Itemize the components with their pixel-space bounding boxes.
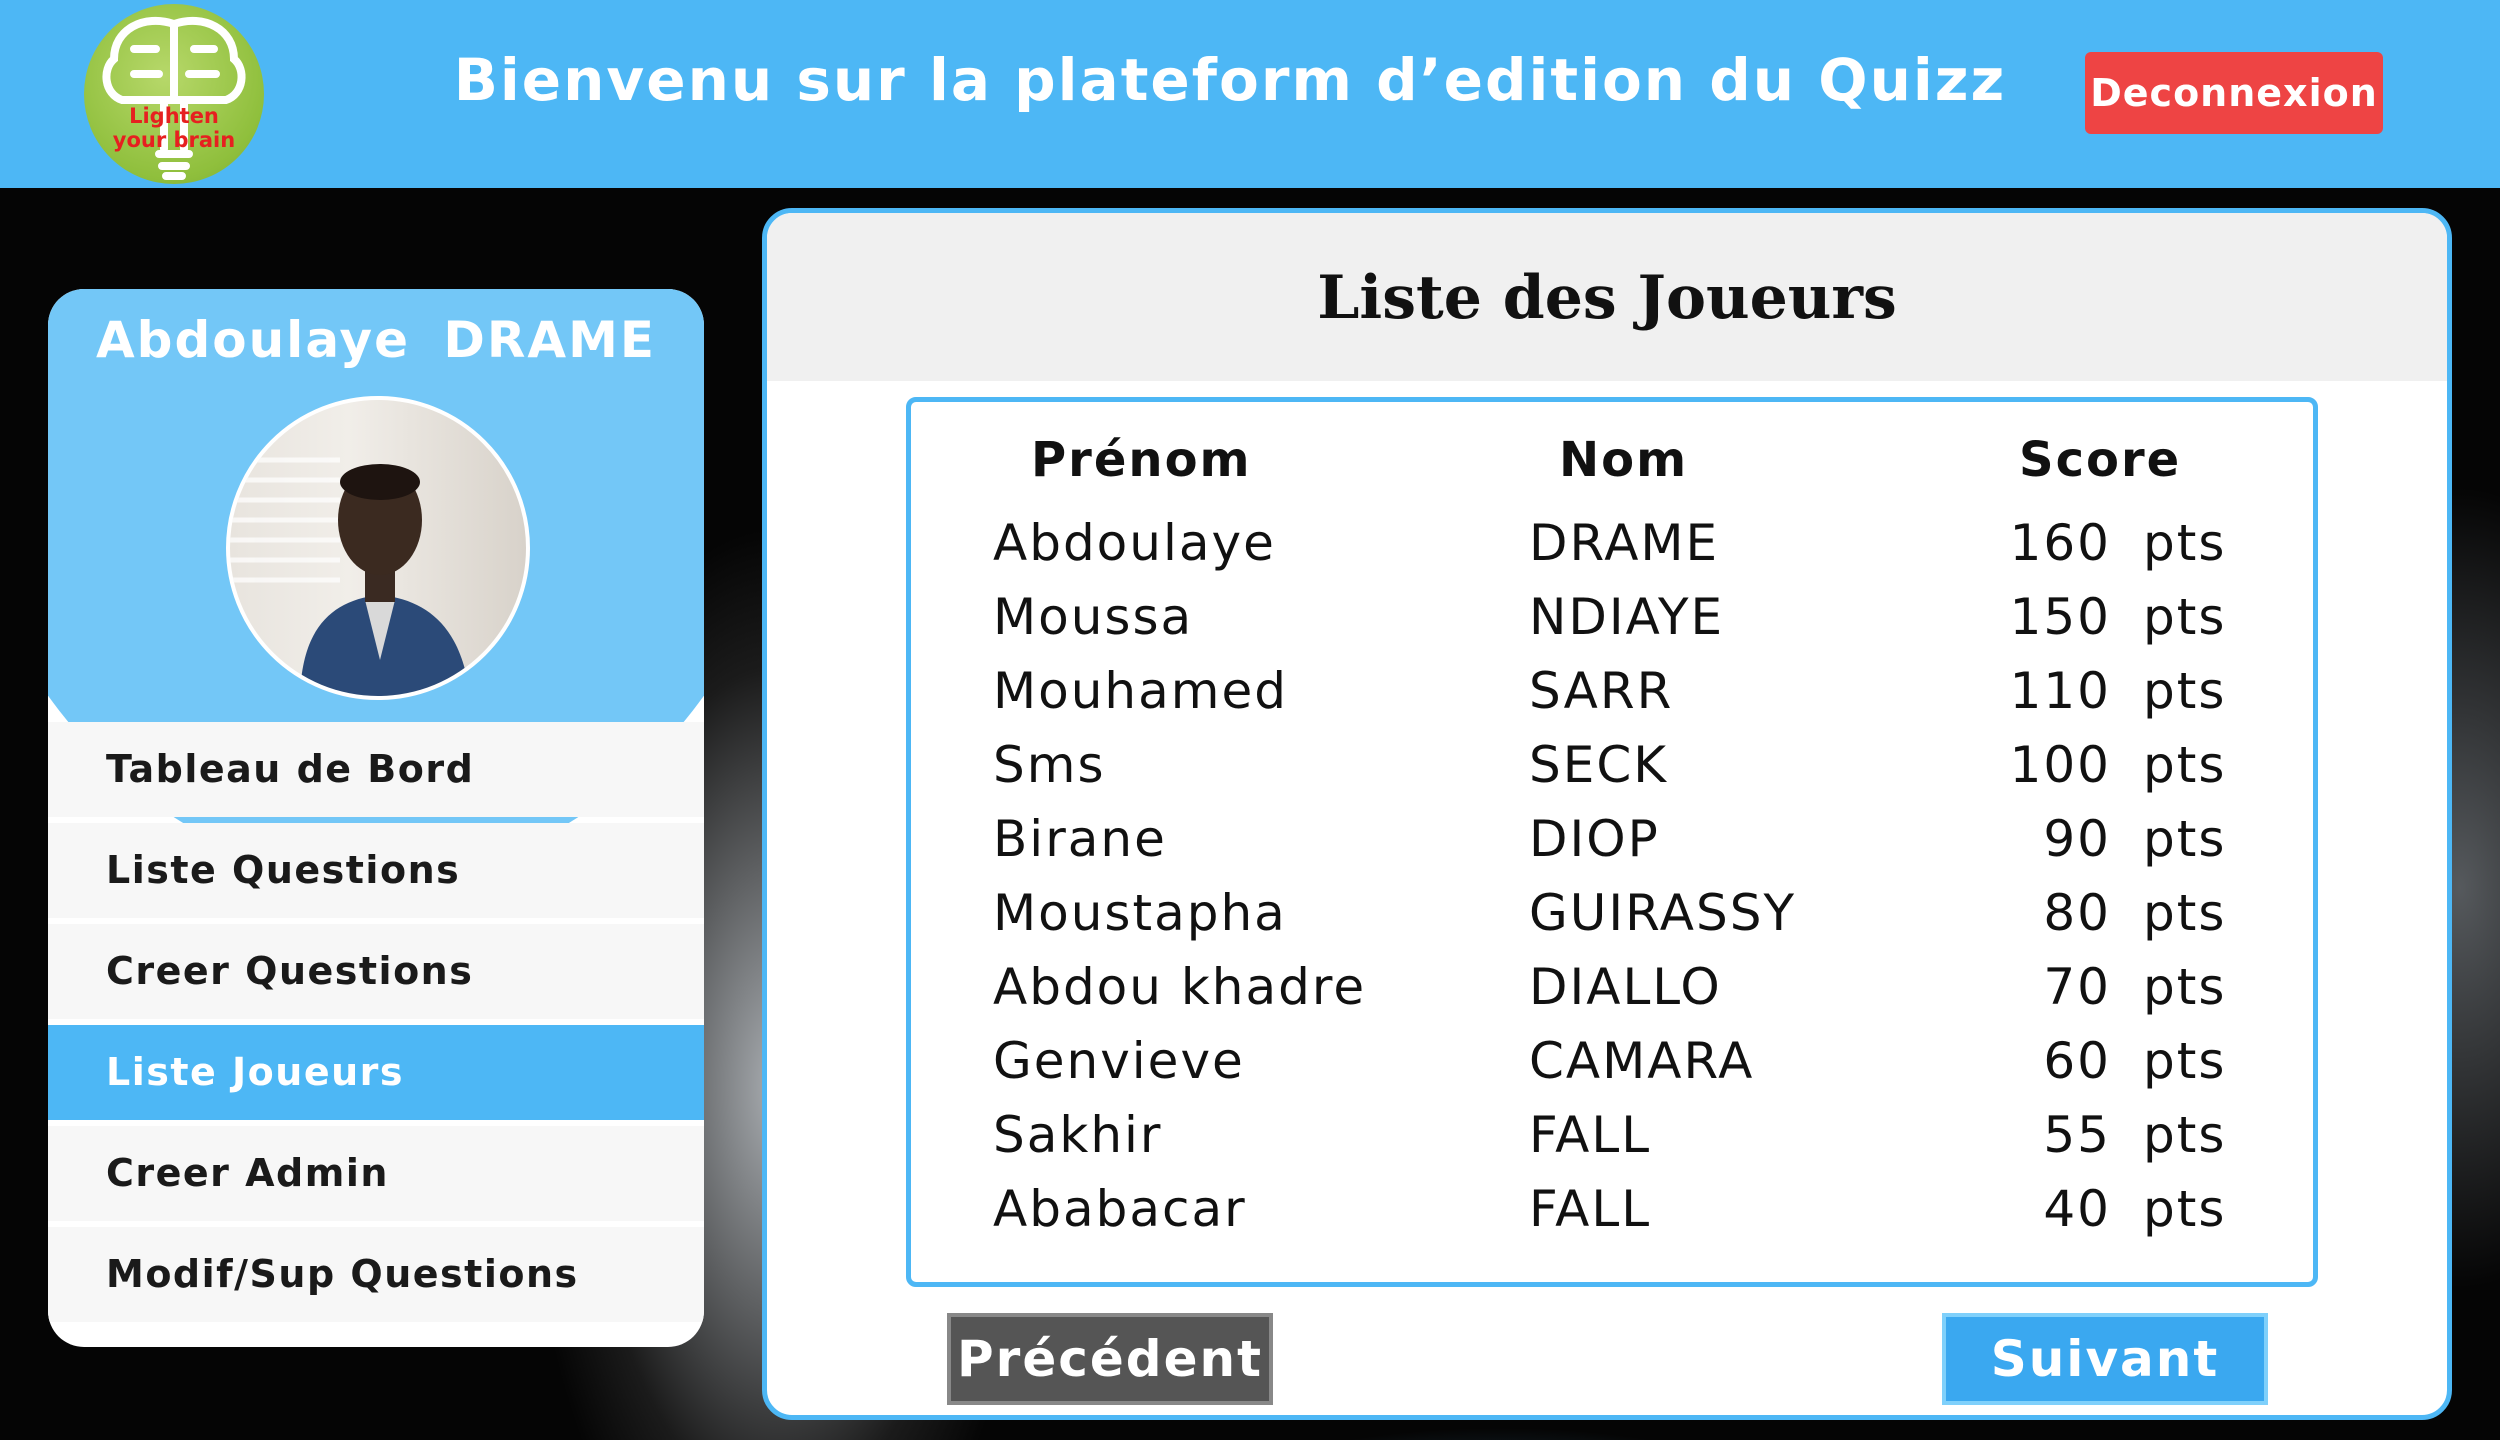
cell-unit: pts bbox=[2143, 662, 2227, 720]
cell-prenom: Abdou khadre bbox=[993, 958, 1367, 1016]
panel-header: Liste des Joueurs bbox=[767, 213, 2447, 381]
next-button[interactable]: Suivant bbox=[1942, 1313, 2268, 1405]
user-name: Abdoulaye DRAME bbox=[95, 311, 657, 369]
table-row: Birane DIOP 90 pts bbox=[911, 810, 2313, 884]
sidebar-item-tableau-de-bord[interactable]: Tableau de Bord bbox=[48, 722, 704, 817]
logout-button[interactable]: Deconnexion bbox=[2085, 52, 2383, 134]
table-row: Mouhamed SARR 110 pts bbox=[911, 662, 2313, 736]
table-row: Genvieve CAMARA 60 pts bbox=[911, 1032, 2313, 1106]
logo-text-line2: your brain bbox=[112, 128, 236, 152]
cell-prenom: Sakhir bbox=[993, 1106, 1163, 1164]
cell-prenom: Birane bbox=[993, 810, 1167, 868]
cell-score: 80 bbox=[2043, 884, 2111, 942]
cell-unit: pts bbox=[2143, 884, 2227, 942]
brain-logo: Lighten your brain bbox=[84, 4, 264, 184]
cell-prenom: Moussa bbox=[993, 588, 1194, 646]
cell-score: 40 bbox=[2043, 1180, 2111, 1238]
cell-unit: pts bbox=[2143, 958, 2227, 1016]
cell-nom: DRAME bbox=[1529, 514, 1720, 572]
logo-text-line1: Lighten bbox=[129, 104, 219, 128]
cell-prenom: Genvieve bbox=[993, 1032, 1245, 1090]
cell-score: 100 bbox=[2009, 736, 2111, 794]
cell-unit: pts bbox=[2143, 810, 2227, 868]
header-bar: Lighten your brain Bienvenu sur la plate… bbox=[0, 0, 2500, 188]
avatar bbox=[226, 396, 530, 700]
sidebar-menu: Tableau de Bord Liste Questions Creer Qu… bbox=[48, 722, 704, 1328]
cell-prenom: Mouhamed bbox=[993, 662, 1288, 720]
cell-prenom: Moustapha bbox=[993, 884, 1287, 942]
column-header-prenom: Prénom bbox=[1031, 432, 1252, 488]
table-row: Moustapha GUIRASSY 80 pts bbox=[911, 884, 2313, 958]
previous-button[interactable]: Précédent bbox=[947, 1313, 1273, 1405]
panel-title: Liste des Joueurs bbox=[1317, 263, 1897, 333]
cell-nom: NDIAYE bbox=[1529, 588, 1725, 646]
players-panel: Liste des Joueurs Prénom Nom Score Abdou… bbox=[762, 208, 2452, 1420]
sidebar-item-creer-admin[interactable]: Creer Admin bbox=[48, 1126, 704, 1221]
cell-score: 90 bbox=[2043, 810, 2111, 868]
cell-nom: GUIRASSY bbox=[1529, 884, 1797, 942]
cell-score: 160 bbox=[2009, 514, 2111, 572]
cell-score: 110 bbox=[2009, 662, 2111, 720]
cell-unit: pts bbox=[2143, 736, 2227, 794]
sidebar-card: Abdoulaye DRAME Tableau de Bord Liste Qu… bbox=[48, 289, 704, 1347]
cell-score: 70 bbox=[2043, 958, 2111, 1016]
cell-prenom: Abdoulaye bbox=[993, 514, 1276, 572]
cell-unit: pts bbox=[2143, 1032, 2227, 1090]
cell-nom: FALL bbox=[1529, 1106, 1652, 1164]
cell-nom: DIALLO bbox=[1529, 958, 1722, 1016]
table-row: Sakhir FALL 55 pts bbox=[911, 1106, 2313, 1180]
sidebar-item-liste-joueurs[interactable]: Liste Joueurs bbox=[48, 1025, 704, 1120]
brain-icon bbox=[102, 16, 246, 180]
cell-prenom: Sms bbox=[993, 736, 1106, 794]
cell-unit: pts bbox=[2143, 588, 2227, 646]
table-row: Abdou khadre DIALLO 70 pts bbox=[911, 958, 2313, 1032]
cell-score: 60 bbox=[2043, 1032, 2111, 1090]
avatar-photo bbox=[230, 457, 470, 696]
column-header-nom: Nom bbox=[1559, 432, 1689, 488]
column-header-score: Score bbox=[2019, 432, 2182, 488]
cell-unit: pts bbox=[2143, 1106, 2227, 1164]
cell-nom: SECK bbox=[1529, 736, 1669, 794]
players-table: Prénom Nom Score Abdoulaye DRAME 160 pts Mou… bbox=[906, 397, 2318, 1287]
sidebar-item-creer-questions[interactable]: Creer Questions bbox=[48, 924, 704, 1019]
table-row: Sms SECK 100 pts bbox=[911, 736, 2313, 810]
table-row: Moussa NDIAYE 150 pts bbox=[911, 588, 2313, 662]
cell-unit: pts bbox=[2143, 1180, 2227, 1238]
table-row: Ababacar FALL 40 pts bbox=[911, 1180, 2313, 1254]
cell-unit: pts bbox=[2143, 514, 2227, 572]
sidebar-item-modif-sup-questions[interactable]: Modif/Sup Questions bbox=[48, 1227, 704, 1322]
page-title: Bienvenu sur la plateform d’edition du Q… bbox=[453, 46, 2007, 114]
cell-nom: DIOP bbox=[1529, 810, 1660, 868]
cell-score: 55 bbox=[2043, 1106, 2111, 1164]
cell-score: 150 bbox=[2009, 588, 2111, 646]
table-row: Abdoulaye DRAME 160 pts bbox=[911, 514, 2313, 588]
sidebar-item-liste-questions[interactable]: Liste Questions bbox=[48, 823, 704, 918]
cell-nom: CAMARA bbox=[1529, 1032, 1755, 1090]
cell-nom: SARR bbox=[1529, 662, 1674, 720]
cell-nom: FALL bbox=[1529, 1180, 1652, 1238]
cell-prenom: Ababacar bbox=[993, 1180, 1247, 1238]
